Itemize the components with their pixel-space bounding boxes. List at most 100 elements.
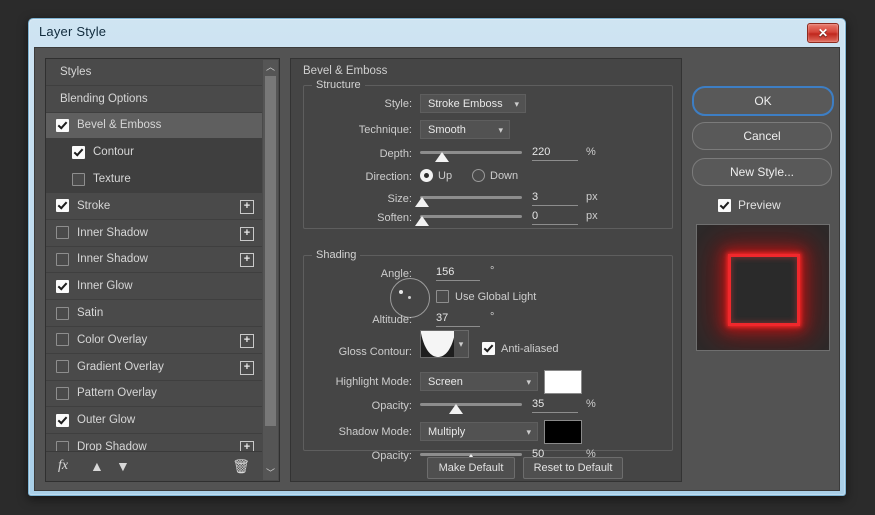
- technique-select[interactable]: Smooth ▾: [420, 120, 510, 139]
- style-list-item-label: Satin: [77, 307, 104, 320]
- style-list-item-label: Inner Shadow: [77, 253, 148, 266]
- checkbox-icon[interactable]: [56, 118, 69, 132]
- slider-thumb[interactable]: [415, 216, 430, 226]
- style-label: Style:: [384, 98, 412, 110]
- styles-list[interactable]: Styles Blending Options Bevel & Emboss Cont…: [46, 59, 262, 451]
- use-global-light-checkbox[interactable]: Use Global Light: [436, 290, 536, 303]
- gloss-contour-preview[interactable]: [420, 330, 456, 358]
- close-button[interactable]: ✕: [807, 23, 839, 43]
- add-effect-icon[interactable]: +: [240, 360, 254, 375]
- new-style-button[interactable]: New Style...: [692, 158, 832, 186]
- style-list-item[interactable]: Styles: [46, 59, 262, 86]
- ok-button[interactable]: OK: [692, 86, 834, 116]
- style-list-item-label: Gradient Overlay: [77, 360, 164, 373]
- checkbox-icon[interactable]: [56, 413, 69, 427]
- scroll-up-icon[interactable]: ︿: [263, 60, 278, 74]
- soften-input[interactable]: 0: [532, 210, 578, 225]
- size-input[interactable]: 3: [532, 191, 578, 206]
- dialog-body: Styles Blending Options Bevel & Emboss Cont…: [34, 47, 840, 491]
- style-list-item[interactable]: Bevel & Emboss: [46, 112, 262, 140]
- checkbox-icon[interactable]: [56, 226, 69, 240]
- altitude-label: Altitude:: [372, 314, 412, 326]
- radio-icon: [420, 169, 433, 182]
- highlight-opacity-slider[interactable]: [420, 400, 522, 414]
- slider-thumb[interactable]: [435, 152, 450, 162]
- reset-to-default-button[interactable]: Reset to Default: [523, 457, 623, 479]
- dial-center-icon: [408, 296, 411, 299]
- style-list-item[interactable]: Color Overlay +: [46, 327, 262, 354]
- move-up-icon[interactable]: ▲: [90, 458, 104, 474]
- style-list-item[interactable]: Pattern Overlay: [46, 381, 262, 408]
- style-list-item-label: Stroke: [77, 199, 111, 212]
- size-slider[interactable]: [415, 193, 522, 207]
- scroll-down-icon[interactable]: ﹀: [263, 466, 278, 480]
- slider-track: [420, 403, 522, 406]
- depth-slider[interactable]: [420, 148, 522, 162]
- direction-down-radio[interactable]: Down: [472, 169, 518, 182]
- styles-list-panel: Styles Blending Options Bevel & Emboss Cont…: [45, 58, 280, 482]
- slider-thumb[interactable]: [415, 197, 430, 207]
- add-effect-icon[interactable]: +: [240, 333, 254, 348]
- make-default-button[interactable]: Make Default: [427, 457, 515, 479]
- altitude-input[interactable]: 37: [436, 312, 480, 327]
- add-effect-icon[interactable]: +: [240, 199, 254, 214]
- style-list-item[interactable]: Gradient Overlay +: [46, 354, 262, 381]
- style-list-item[interactable]: Inner Shadow +: [46, 220, 262, 247]
- style-list-item[interactable]: Texture: [46, 166, 262, 193]
- style-list-item[interactable]: Blending Options: [46, 86, 262, 113]
- preview-checkbox[interactable]: Preview: [718, 198, 781, 212]
- highlight-color-swatch[interactable]: [544, 370, 582, 394]
- checkbox-icon[interactable]: [72, 145, 85, 159]
- add-effect-icon[interactable]: +: [240, 441, 254, 451]
- checkbox-icon: [436, 290, 449, 303]
- angle-dial[interactable]: [390, 278, 430, 318]
- direction-up-radio[interactable]: Up: [420, 169, 452, 182]
- style-list-item[interactable]: Outer Glow: [46, 407, 262, 435]
- styles-toolbar: fx ▲ ▼ 🗑: [46, 451, 262, 481]
- shadow-mode-select[interactable]: Multiply ▾: [420, 422, 538, 441]
- style-list-item-label: Inner Shadow: [77, 226, 148, 239]
- style-list-item[interactable]: Satin: [46, 300, 262, 327]
- style-list-item[interactable]: Contour: [46, 139, 262, 167]
- dial-handle-icon[interactable]: [399, 290, 403, 294]
- style-list-item[interactable]: Inner Shadow +: [46, 247, 262, 274]
- highlight-mode-select[interactable]: Screen ▾: [420, 372, 538, 391]
- style-select[interactable]: Stroke Emboss ▾: [420, 94, 526, 113]
- cancel-button[interactable]: Cancel: [692, 122, 832, 150]
- checkbox-icon[interactable]: [56, 279, 69, 293]
- structure-title: Structure: [312, 79, 365, 91]
- depth-unit: %: [586, 146, 596, 158]
- scrollbar-thumb[interactable]: [265, 76, 276, 426]
- style-list-item-label: Contour: [93, 146, 134, 159]
- checkbox-icon[interactable]: [72, 172, 85, 186]
- checkbox-icon[interactable]: [56, 386, 69, 400]
- move-down-icon[interactable]: ▼: [116, 458, 130, 474]
- soften-slider[interactable]: [415, 212, 522, 226]
- checkbox-icon[interactable]: [56, 252, 69, 266]
- slider-thumb[interactable]: [448, 404, 463, 414]
- angle-input[interactable]: 156: [436, 266, 480, 281]
- checkbox-icon[interactable]: [56, 333, 69, 347]
- gloss-contour-dropdown[interactable]: ▾: [454, 330, 469, 358]
- checkbox-icon[interactable]: [56, 360, 69, 374]
- depth-input[interactable]: 220: [532, 146, 578, 161]
- checkbox-icon[interactable]: [56, 199, 69, 213]
- delete-icon[interactable]: 🗑: [232, 458, 250, 475]
- shadow-color-swatch[interactable]: [544, 420, 582, 444]
- style-list-item[interactable]: Inner Glow: [46, 273, 262, 301]
- styles-scrollbar[interactable]: ︿ ﹀: [263, 60, 278, 480]
- add-effect-icon[interactable]: +: [240, 226, 254, 241]
- anti-aliased-checkbox[interactable]: Anti-aliased: [482, 342, 558, 355]
- checkbox-icon[interactable]: [56, 306, 69, 320]
- effect-title: Bevel & Emboss: [303, 65, 388, 77]
- checkbox-icon[interactable]: [56, 440, 69, 451]
- add-effect-icon[interactable]: +: [240, 253, 254, 268]
- style-list-item-label: Color Overlay: [77, 333, 148, 346]
- style-list-item[interactable]: Drop Shadow +: [46, 434, 262, 451]
- fx-icon[interactable]: fx: [58, 458, 68, 474]
- highlight-opacity-input[interactable]: 35: [532, 398, 578, 413]
- checkbox-icon: [718, 198, 731, 212]
- highlight-mode-value: Screen: [428, 375, 463, 388]
- preview-label: Preview: [738, 198, 781, 212]
- style-list-item[interactable]: Stroke +: [46, 193, 262, 220]
